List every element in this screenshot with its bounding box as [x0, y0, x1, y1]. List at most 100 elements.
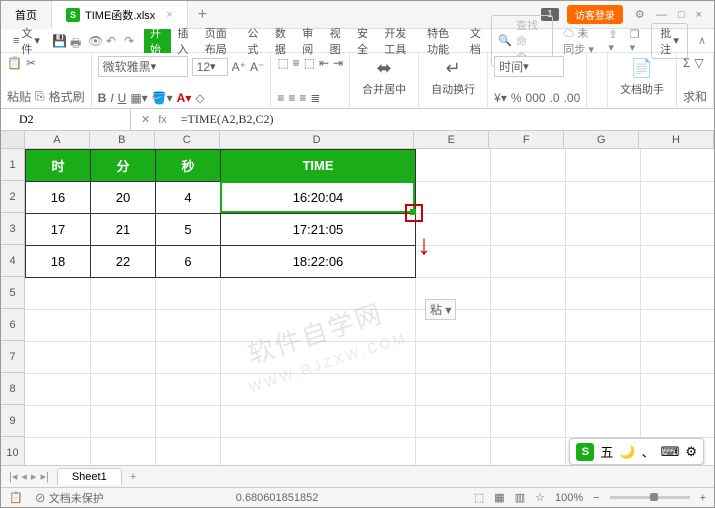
- row-7[interactable]: 7: [1, 341, 25, 373]
- row-8[interactable]: 8: [1, 373, 25, 405]
- assist-button[interactable]: 📄文档助手: [614, 56, 670, 99]
- inc-dec-icon[interactable]: .0: [550, 91, 560, 105]
- zoom-in-icon[interactable]: +: [700, 492, 706, 504]
- row-2[interactable]: 2: [1, 181, 25, 213]
- ime-comma-icon[interactable]: 、: [642, 442, 655, 461]
- cells-area[interactable]: 时 分 秒 TIME 16 20 4 16:20:04 17 21 5 17:2…: [25, 149, 714, 469]
- border-icon[interactable]: ▦▾: [130, 91, 147, 105]
- ime-keyboard-icon[interactable]: ⌨: [661, 444, 680, 460]
- col-E[interactable]: E: [414, 131, 489, 148]
- currency-icon[interactable]: ¥▾: [494, 91, 507, 105]
- view-break-icon[interactable]: ▥: [515, 491, 525, 504]
- redo-icon[interactable]: ↷: [124, 34, 138, 48]
- sheet-tab-1[interactable]: Sheet1: [57, 468, 122, 485]
- italic-icon[interactable]: I: [110, 91, 113, 105]
- zoom-value[interactable]: 100%: [555, 492, 583, 504]
- cell-B2[interactable]: 20: [91, 182, 156, 214]
- merge-button[interactable]: ⬌合并居中: [356, 56, 412, 99]
- clear-format-icon[interactable]: ◇: [195, 91, 204, 105]
- wrap-button[interactable]: ↵自动换行: [425, 56, 481, 99]
- sum-icon[interactable]: Σ: [683, 56, 690, 70]
- col-H[interactable]: H: [639, 131, 714, 148]
- align-center-icon[interactable]: ≡: [288, 91, 295, 105]
- underline-icon[interactable]: U: [118, 91, 127, 105]
- col-A[interactable]: A: [25, 131, 90, 148]
- select-all-corner[interactable]: [1, 131, 25, 148]
- comma-icon[interactable]: 000: [526, 91, 546, 105]
- sync-status[interactable]: ☁ 未同步 ▾: [563, 25, 598, 57]
- view-read-icon[interactable]: ☆: [535, 491, 545, 504]
- copy-icon[interactable]: ⎘: [35, 89, 45, 104]
- cell-D4[interactable]: 18:22:06: [221, 246, 416, 278]
- view-layout-icon[interactable]: ▦: [494, 491, 504, 504]
- expand-icon[interactable]: ∧: [698, 34, 706, 47]
- tab-file[interactable]: S TIME函数.xlsx ×: [52, 1, 188, 29]
- row-5[interactable]: 5: [1, 277, 25, 309]
- row-9[interactable]: 9: [1, 405, 25, 437]
- sheet-next-icon[interactable]: ▸: [31, 470, 37, 483]
- name-box[interactable]: D2: [1, 109, 131, 130]
- undo-icon[interactable]: ↶: [106, 34, 120, 48]
- menu-feature[interactable]: 特色功能: [421, 29, 464, 53]
- ime-settings-icon[interactable]: ⚙: [685, 444, 697, 460]
- align-mid-icon[interactable]: ≡: [293, 56, 300, 70]
- menu-security[interactable]: 安全: [351, 29, 378, 53]
- autofill-options-button[interactable]: 粘 ▾: [425, 299, 456, 320]
- filter-icon[interactable]: ▽: [694, 56, 703, 70]
- cell-B4[interactable]: 22: [91, 246, 156, 278]
- sheet-first-icon[interactable]: |◂: [9, 470, 17, 483]
- close-tab-icon[interactable]: ×: [166, 9, 172, 21]
- dec-dec-icon[interactable]: .00: [564, 91, 581, 105]
- row-1[interactable]: 1: [1, 149, 25, 181]
- menu-start[interactable]: 开始: [144, 29, 171, 53]
- menu-file[interactable]: ≡ 文件 ▾: [7, 25, 46, 57]
- row-6[interactable]: 6: [1, 309, 25, 341]
- fontsize-select[interactable]: 12 ▾: [192, 58, 228, 76]
- menu-formula[interactable]: 公式: [241, 29, 268, 53]
- ime-mode[interactable]: 五: [600, 442, 613, 461]
- brush-label[interactable]: 格式刷: [49, 88, 85, 105]
- row-3[interactable]: 3: [1, 213, 25, 245]
- font-select[interactable]: 微软雅黑 ▾: [98, 56, 188, 77]
- cancel-formula-icon[interactable]: ✕: [141, 113, 150, 126]
- new-tab-button[interactable]: +: [188, 6, 217, 24]
- cell-A3[interactable]: 17: [26, 214, 91, 246]
- more-icon[interactable]: ❐ ▾: [630, 28, 642, 54]
- cell-C2[interactable]: 4: [156, 182, 221, 214]
- align-right-icon[interactable]: ≡: [299, 91, 306, 105]
- zoom-out-icon[interactable]: −: [593, 492, 599, 504]
- cell-D2[interactable]: 16:20:04: [221, 182, 416, 214]
- menu-insert[interactable]: 插入: [171, 29, 198, 53]
- col-F[interactable]: F: [489, 131, 564, 148]
- preview-icon[interactable]: 👁: [88, 34, 102, 48]
- percent-icon[interactable]: %: [511, 91, 522, 105]
- cell-D3[interactable]: 17:21:05: [221, 214, 416, 246]
- sheet-last-icon[interactable]: ▸|: [40, 470, 48, 483]
- menu-doc[interactable]: 文档: [464, 29, 491, 53]
- col-G[interactable]: G: [564, 131, 639, 148]
- clipboard-status-icon[interactable]: 📋: [9, 491, 23, 504]
- save-icon[interactable]: 💾: [52, 34, 66, 48]
- shrink-font-icon[interactable]: A⁻: [250, 60, 264, 74]
- row-4[interactable]: 4: [1, 245, 25, 277]
- cell-C3[interactable]: 5: [156, 214, 221, 246]
- menu-view[interactable]: 视图: [324, 29, 351, 53]
- bold-icon[interactable]: B: [98, 91, 107, 105]
- col-B[interactable]: B: [90, 131, 155, 148]
- align-bot-icon[interactable]: ⬚: [304, 56, 315, 70]
- grow-font-icon[interactable]: A⁺: [232, 60, 246, 74]
- align-justify-icon[interactable]: ≣: [310, 91, 320, 105]
- align-left-icon[interactable]: ≡: [277, 91, 284, 105]
- menu-data[interactable]: 数据: [269, 29, 296, 53]
- indent-dec-icon[interactable]: ⇤: [319, 56, 329, 70]
- numfmt-select[interactable]: 时间 ▾: [494, 56, 564, 77]
- align-top-icon[interactable]: ⬚: [277, 56, 288, 70]
- col-D[interactable]: D: [220, 131, 415, 148]
- formula-input[interactable]: =TIME(A2,B2,C2): [177, 112, 714, 127]
- cut-icon[interactable]: ✂: [26, 56, 36, 70]
- menu-layout[interactable]: 页面布局: [199, 29, 242, 53]
- font-color-icon[interactable]: A▾: [177, 91, 192, 105]
- share-icon[interactable]: ⇪ ▾: [608, 28, 619, 54]
- view-normal-icon[interactable]: ⬚: [474, 491, 484, 504]
- ime-moon-icon[interactable]: 🌙: [619, 444, 635, 460]
